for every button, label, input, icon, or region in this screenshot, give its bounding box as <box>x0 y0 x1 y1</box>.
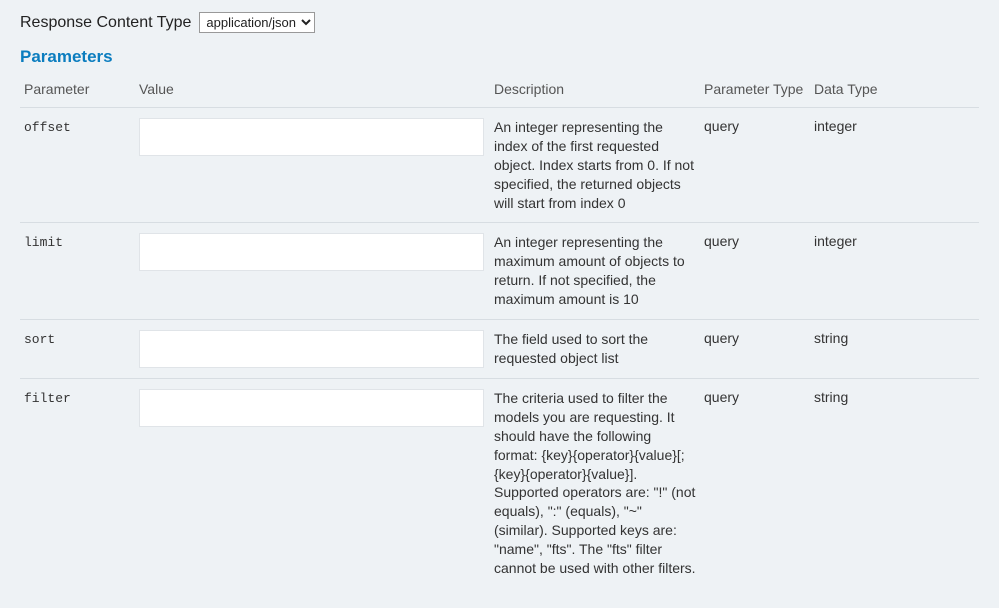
header-value: Value <box>135 75 490 108</box>
header-parameter: Parameter <box>20 75 135 108</box>
param-datatype-limit: integer <box>810 223 979 320</box>
param-datatype-sort: string <box>810 320 979 379</box>
response-content-type-row: Response Content Type application/json <box>20 12 979 33</box>
param-name-limit: limit <box>24 235 63 250</box>
param-type-offset: query <box>700 108 810 223</box>
param-type-filter: query <box>700 379 810 588</box>
header-parameter-type: Parameter Type <box>700 75 810 108</box>
param-value-filter-input[interactable] <box>139 389 484 427</box>
param-value-offset-input[interactable] <box>139 118 484 156</box>
param-name-offset: offset <box>24 120 71 135</box>
header-data-type: Data Type <box>810 75 979 108</box>
param-description-offset: An integer representing the index of the… <box>490 108 700 223</box>
param-description-sort: The field used to sort the requested obj… <box>490 320 700 379</box>
param-type-sort: query <box>700 320 810 379</box>
response-content-type-label: Response Content Type <box>20 14 191 32</box>
param-name-filter: filter <box>24 391 71 406</box>
table-row: filter The criteria used to filter the m… <box>20 379 979 588</box>
table-row: offset An integer representing the index… <box>20 108 979 223</box>
header-description: Description <box>490 75 700 108</box>
parameters-header-row: Parameter Value Description Parameter Ty… <box>20 75 979 108</box>
param-value-limit-input[interactable] <box>139 233 484 271</box>
param-description-filter: The criteria used to filter the models y… <box>490 379 700 588</box>
table-row: limit An integer representing the maximu… <box>20 223 979 320</box>
param-value-sort-input[interactable] <box>139 330 484 368</box>
response-content-type-select[interactable]: application/json <box>199 12 315 33</box>
param-type-limit: query <box>700 223 810 320</box>
param-datatype-offset: integer <box>810 108 979 223</box>
parameters-title: Parameters <box>20 47 979 67</box>
param-description-limit: An integer representing the maximum amou… <box>490 223 700 320</box>
param-datatype-filter: string <box>810 379 979 588</box>
table-row: sort The field used to sort the requeste… <box>20 320 979 379</box>
parameters-table: Parameter Value Description Parameter Ty… <box>20 75 979 588</box>
param-name-sort: sort <box>24 332 55 347</box>
